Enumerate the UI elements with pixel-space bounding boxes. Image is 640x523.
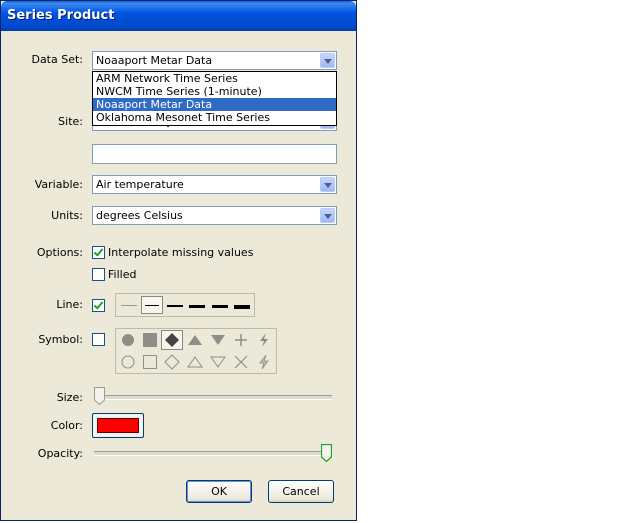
dataset-option[interactable]: Oklahoma Mesonet Time Series xyxy=(93,111,336,124)
color-label: Color: xyxy=(50,419,83,432)
filled-triangle-down-icon[interactable] xyxy=(207,330,229,350)
plus-icon[interactable] xyxy=(230,330,252,350)
line-width-picker xyxy=(115,293,255,317)
size-slider-thumb[interactable] xyxy=(94,387,105,405)
title-bar[interactable]: Series Product xyxy=(1,1,356,31)
units-value: degrees Celsius xyxy=(96,209,183,222)
variable-value: Air temperature xyxy=(96,178,184,191)
dataset-value: Noaaport Metar Data xyxy=(96,54,213,67)
bolt-icon[interactable] xyxy=(253,330,275,350)
filled-circle-icon[interactable] xyxy=(117,330,139,350)
size-label: Size: xyxy=(56,391,83,404)
line-width-option-5[interactable] xyxy=(209,296,231,314)
color-swatch xyxy=(97,418,139,433)
line-label: Line: xyxy=(56,298,83,311)
filled-square-icon[interactable] xyxy=(139,330,161,350)
triangle-up-icon[interactable] xyxy=(184,352,206,372)
line-width-option-3[interactable] xyxy=(164,296,186,314)
bolt-outline-icon[interactable] xyxy=(253,352,275,372)
color-picker-button[interactable] xyxy=(92,413,144,438)
chevron-down-icon[interactable] xyxy=(320,53,335,68)
dataset-option-selected[interactable]: Noaaport Metar Data xyxy=(93,98,336,111)
opacity-slider-track[interactable] xyxy=(94,451,332,456)
line-width-option-4[interactable] xyxy=(186,296,208,314)
ok-button[interactable]: OK xyxy=(186,480,252,503)
units-label: Units: xyxy=(51,209,83,222)
site-text-input[interactable] xyxy=(92,144,337,164)
filled-checkbox[interactable] xyxy=(92,268,105,281)
filled-diamond-icon[interactable] xyxy=(161,330,183,350)
window-title: Series Product xyxy=(7,8,115,23)
chevron-down-icon[interactable] xyxy=(320,177,335,192)
dataset-label: Data Set: xyxy=(31,53,83,66)
variable-label: Variable: xyxy=(34,178,83,191)
line-width-option-1[interactable] xyxy=(118,296,140,314)
diamond-icon[interactable] xyxy=(161,352,183,372)
symbol-picker xyxy=(115,328,277,374)
dataset-option[interactable]: NWCM Time Series (1-minute) xyxy=(93,85,336,98)
units-select[interactable]: degrees Celsius xyxy=(92,206,337,225)
series-product-dialog: Series Product Data Set: Noaaport Metar … xyxy=(0,0,357,521)
square-icon[interactable] xyxy=(139,352,161,372)
size-slider-track[interactable] xyxy=(94,395,332,400)
triangle-down-icon[interactable] xyxy=(207,352,229,372)
dataset-dropdown-list[interactable]: ARM Network Time Series NWCM Time Series… xyxy=(92,71,337,126)
x-icon[interactable] xyxy=(230,352,252,372)
chevron-down-icon[interactable] xyxy=(320,208,335,223)
line-width-option-2[interactable] xyxy=(141,296,163,314)
line-checkbox[interactable] xyxy=(92,299,105,312)
interpolate-checkbox[interactable] xyxy=(92,246,105,259)
opacity-slider-thumb[interactable] xyxy=(321,444,332,462)
site-label: Site: xyxy=(58,115,83,128)
opacity-label: Opacity: xyxy=(37,447,83,460)
interpolate-label: Interpolate missing values xyxy=(108,246,254,259)
symbol-checkbox[interactable] xyxy=(92,333,105,346)
dataset-select[interactable]: Noaaport Metar Data xyxy=(92,51,337,70)
line-width-option-6[interactable] xyxy=(231,296,253,314)
dataset-option[interactable]: ARM Network Time Series xyxy=(93,72,336,85)
filled-label: Filled xyxy=(108,268,137,281)
options-label: Options: xyxy=(36,246,83,259)
cancel-button[interactable]: Cancel xyxy=(268,480,334,503)
symbol-label: Symbol: xyxy=(38,333,83,346)
variable-select[interactable]: Air temperature xyxy=(92,175,337,194)
filled-triangle-up-icon[interactable] xyxy=(184,330,206,350)
circle-icon[interactable] xyxy=(117,352,139,372)
